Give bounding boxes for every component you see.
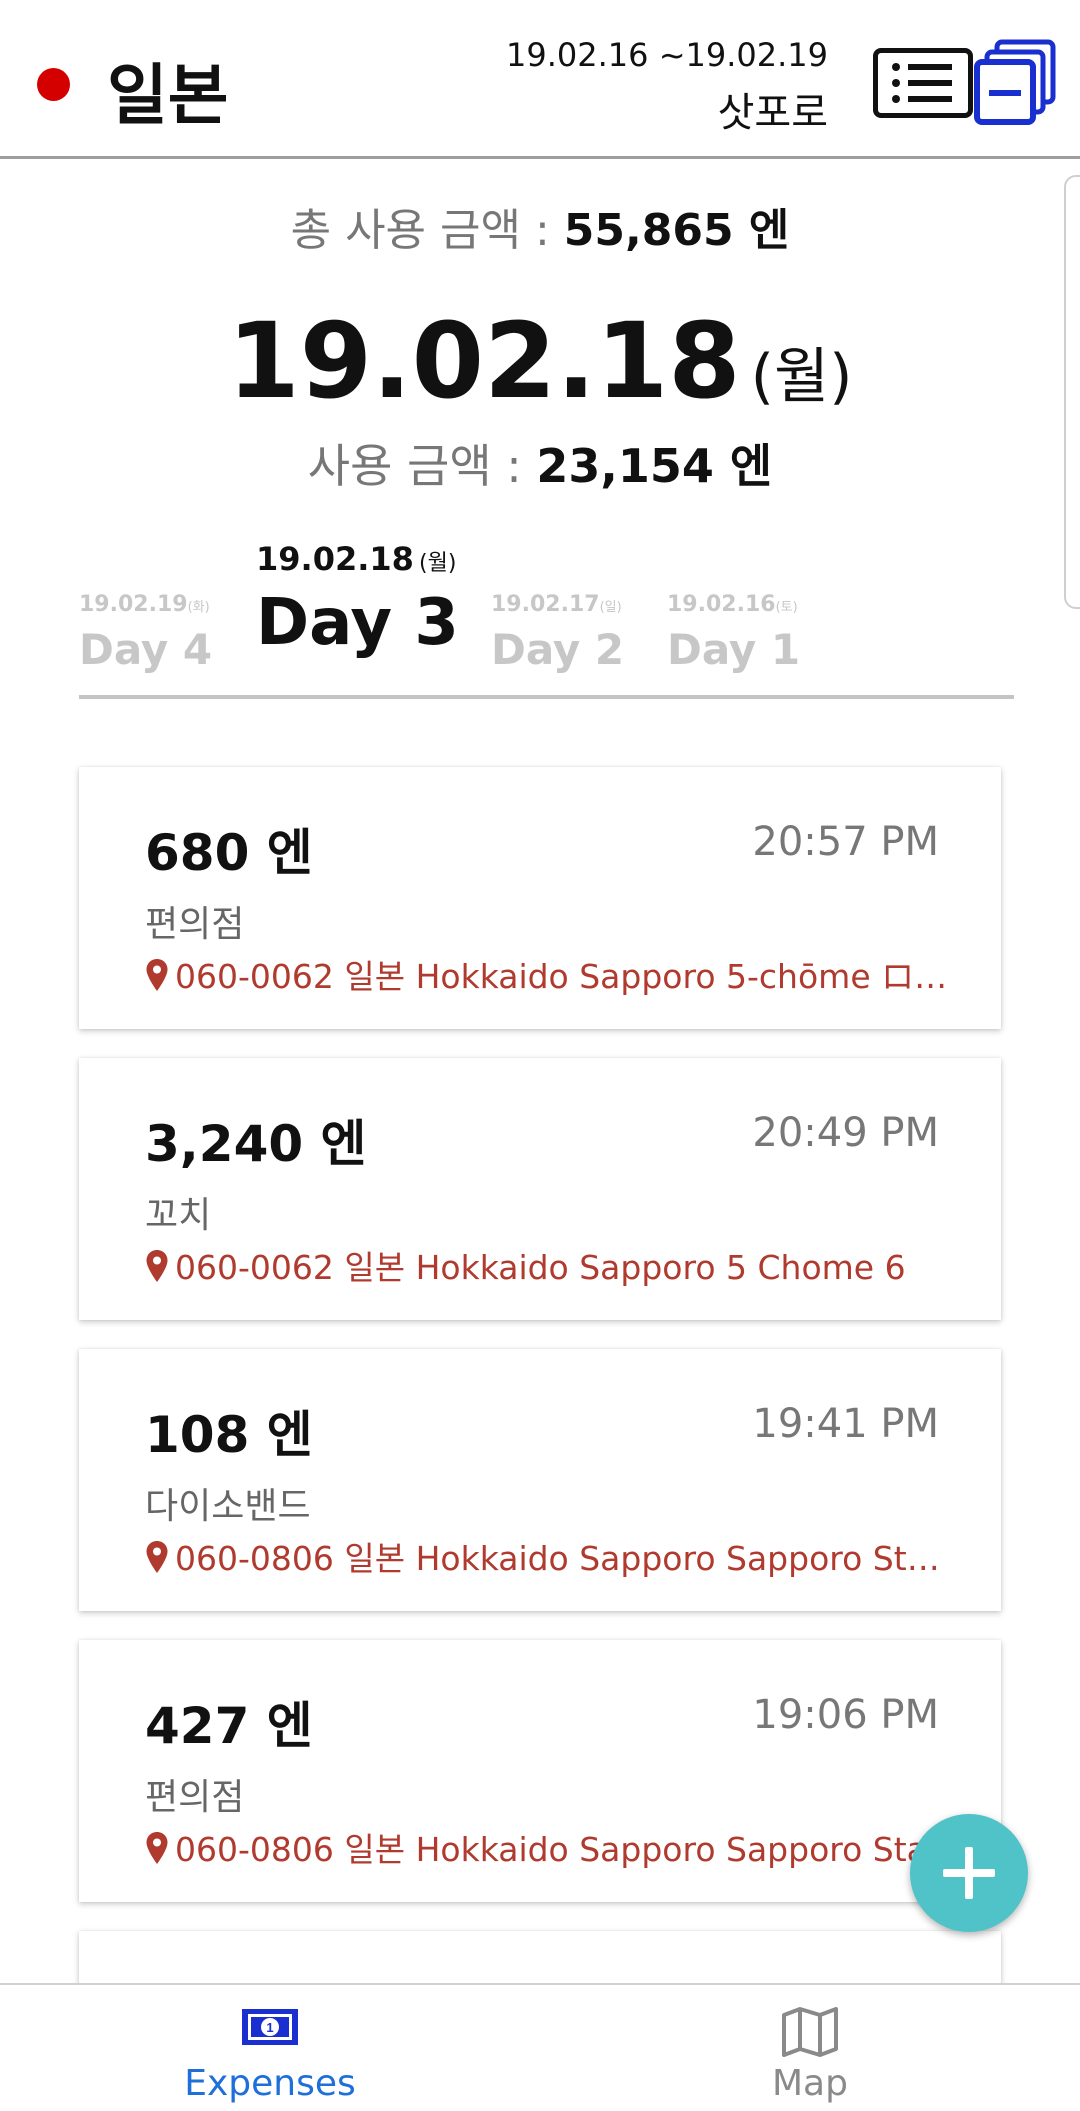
nav-map[interactable]: Map <box>660 1985 960 2111</box>
expense-card[interactable]: 108 엔 19:41 PM 다이소밴드 060-0806 일본 Hokkaid… <box>79 1349 1001 1611</box>
selected-weekday: (월) <box>750 342 853 412</box>
expense-category: 편의점 <box>145 904 245 945</box>
expense-card[interactable]: 3,240 엔 20:49 PM 꼬치 060-0062 일본 Hokkaido… <box>79 1058 1001 1320</box>
expense-card[interactable]: 680 엔 20:57 PM 편의점 060-0062 일본 Hokkaido … <box>79 767 1001 1029</box>
japan-flag-icon <box>37 68 70 101</box>
expense-address: 060-0062 일본 Hokkaido Sapporo 5-chōme ロジ… <box>145 950 955 998</box>
tab-date: 19.02.18 <box>256 540 414 578</box>
trips-button[interactable] <box>973 38 1063 128</box>
tab-date: 19.02.19 <box>79 592 188 617</box>
tab-label: Day 1 <box>667 625 801 674</box>
tab-day-1[interactable]: 19.02.16(토) Day 1 <box>667 592 800 674</box>
selected-date: 19.02.18 (월) <box>0 300 1080 422</box>
total-value: 55,865 엔 <box>563 205 790 256</box>
expense-amount: 427 엔 <box>145 1697 313 1755</box>
tab-day-3[interactable]: 19.02.18 (월) Day 3 <box>256 540 459 660</box>
tabs-underline <box>79 695 1014 699</box>
expense-category: 꼬치 <box>145 1195 212 1236</box>
expense-address: 060-0806 일본 Hokkaido Sapporo Sapporo Sta… <box>145 1532 955 1580</box>
day-tabs: 19.02.19(화) Day 4 19.02.18 (월) Day 3 19.… <box>79 540 1014 700</box>
tab-date: 19.02.17 <box>491 592 600 617</box>
trip-city: 삿포로 <box>717 90 828 136</box>
tab-weekday: (토) <box>775 600 798 615</box>
tab-weekday: (일) <box>599 600 622 615</box>
selected-date-value: 19.02.18 <box>227 300 741 422</box>
expense-amount: 680 엔 <box>145 824 313 882</box>
day-spent-value: 23,154 엔 <box>536 439 773 493</box>
location-pin-icon <box>146 959 168 991</box>
expense-address: 060-0806 일본 Hokkaido Sapporo Sapporo Sta… <box>145 1823 955 1871</box>
nav-expenses[interactable]: 1 Expenses <box>120 1985 420 2111</box>
day-spent-label: 사용 금액 : <box>307 439 522 493</box>
tab-date: 19.02.16 <box>667 592 776 617</box>
tab-label: Day 2 <box>491 625 625 674</box>
list-view-button[interactable] <box>873 48 973 118</box>
plus-icon <box>943 1847 995 1899</box>
address-text: 060-0062 일본 Hokkaido Sapporo 5 Chome 6 <box>175 1248 906 1287</box>
expense-card[interactable]: 427 엔 19:06 PM 편의점 060-0806 일본 Hokkaido … <box>79 1640 1001 1902</box>
address-text: 060-0806 일본 Hokkaido Sapporo Sapporo Sta… <box>175 1830 940 1869</box>
tab-weekday: (화) <box>187 600 210 615</box>
nav-expenses-label: Expenses <box>184 2063 356 2104</box>
map-icon <box>782 2007 838 2057</box>
banknote-icon: 1 <box>242 2009 298 2045</box>
expense-time: 20:57 PM <box>752 819 939 865</box>
expense-amount: 3,240 엔 <box>145 1115 367 1173</box>
location-pin-icon <box>146 1541 168 1573</box>
tab-label: Day 4 <box>79 625 213 674</box>
address-text: 060-0062 일본 Hokkaido Sapporo 5-chōme ロジ… <box>175 957 955 996</box>
expense-time: 19:06 PM <box>752 1692 939 1738</box>
expense-amount: 108 엔 <box>145 1406 313 1464</box>
app-header: 일본 19.02.16 ~19.02.19 삿포로 <box>0 0 1080 159</box>
day-spent: 사용 금액 : 23,154 엔 <box>0 430 1080 496</box>
location-pin-icon <box>146 1250 168 1282</box>
nav-map-label: Map <box>772 2063 848 2104</box>
tab-weekday: (월) <box>419 551 457 576</box>
total-label: 총 사용 금액 : <box>290 205 550 256</box>
layers-icon <box>974 39 1056 125</box>
trip-date-range: 19.02.16 ~19.02.19 <box>506 36 828 74</box>
tab-day-4[interactable]: 19.02.19(화) Day 4 <box>79 592 212 674</box>
total-spent: 총 사용 금액 : 55,865 엔 <box>0 194 1080 258</box>
location-pin-icon <box>146 1832 168 1864</box>
tab-label: Day 3 <box>256 586 459 660</box>
add-expense-button[interactable] <box>910 1814 1028 1932</box>
tab-day-2[interactable]: 19.02.17(일) Day 2 <box>491 592 624 674</box>
country-title: 일본 <box>107 57 229 134</box>
expense-category: 편의점 <box>145 1777 245 1818</box>
list-icon <box>892 63 952 103</box>
expense-time: 20:49 PM <box>752 1110 939 1156</box>
address-text: 060-0806 일본 Hokkaido Sapporo Sapporo Sta… <box>175 1539 955 1578</box>
expense-address: 060-0062 일본 Hokkaido Sapporo 5 Chome 6 <box>145 1241 955 1289</box>
expense-category: 다이소밴드 <box>145 1486 311 1527</box>
bottom-navigation: 1 Expenses Map <box>0 1983 1080 2111</box>
expense-time: 19:41 PM <box>752 1401 939 1447</box>
svg-text:1: 1 <box>266 2020 273 2035</box>
